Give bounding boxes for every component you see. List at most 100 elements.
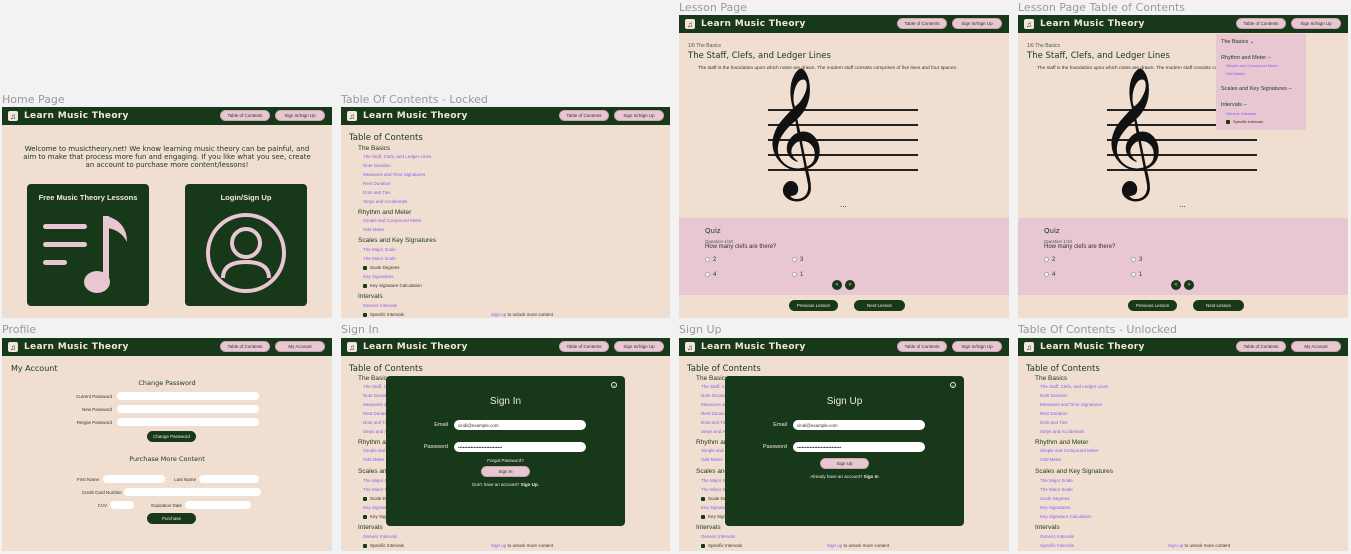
answer-option[interactable]: 3 (1131, 257, 1142, 263)
toc-link[interactable]: Key Signatures (1040, 505, 1071, 510)
toc-button[interactable]: Table of Contents (1236, 18, 1286, 29)
retype-password-input[interactable] (117, 418, 259, 426)
toc-link[interactable]: Odd Meter (363, 457, 384, 462)
toc-link[interactable]: Simple and Compound Meter (363, 218, 422, 223)
toc-link[interactable]: Measures and Time Signatures (1040, 402, 1102, 407)
toc-link[interactable]: Odd Meter (363, 227, 384, 232)
password-input[interactable]: •••••••••••••••••••••••••••• (793, 442, 925, 452)
expiration-input[interactable] (185, 501, 251, 509)
toc-link[interactable]: The Minor Scale (363, 256, 396, 261)
signin-button[interactable]: Sign In/Sign Up (952, 18, 1002, 29)
password-input[interactable]: •••••••••••••••••••••••••••• (454, 442, 586, 452)
radio-button[interactable] (792, 257, 797, 262)
toc-link[interactable]: The Staff, Clefs, and Ledger Lines (363, 154, 431, 159)
dd-section-basics[interactable]: The Basics ⌄ (1221, 39, 1254, 45)
my-account-button[interactable]: My Account (1291, 341, 1341, 352)
answer-option[interactable]: 1 (792, 272, 803, 278)
toc-link[interactable]: Generic Intervals (1040, 534, 1074, 539)
toc-link[interactable]: Note Duration (363, 163, 391, 168)
dd-link[interactable]: Simple and Compound Meter (1226, 63, 1278, 68)
signup-modal-link[interactable]: Sign Up. (521, 482, 539, 487)
dd-link[interactable]: Generic Intervals (1226, 111, 1256, 116)
next-lesson-button[interactable]: Next Lesson (854, 300, 905, 311)
signin-button[interactable]: Sign In/Sign Up (275, 110, 325, 121)
radio-button[interactable] (1044, 257, 1049, 262)
quiz-next-arrow-icon[interactable]: > (845, 280, 855, 290)
forgot-password-link[interactable]: Forgot Password? (386, 458, 625, 463)
new-password-input[interactable] (117, 405, 259, 413)
previous-lesson-button[interactable]: Previous Lesson (1128, 300, 1177, 311)
toc-link[interactable]: Scale Degrees (1040, 496, 1070, 501)
radio-button[interactable] (792, 272, 797, 277)
dd-link[interactable]: Odd Meter (1226, 71, 1245, 76)
toc-link[interactable]: Odd Meter (1040, 457, 1061, 462)
toc-link[interactable]: The Staff, Clefs, and Ledger Lines (1040, 384, 1108, 389)
toc-link[interactable]: Steps and Accidentals (363, 199, 407, 204)
email-input[interactable]: cindi@example.com (454, 420, 586, 430)
toc-link[interactable]: Rest Duration (363, 181, 391, 186)
toc-button[interactable]: Table of Contents (897, 18, 947, 29)
signup-link[interactable]: Sign up (1168, 543, 1183, 548)
first-name-input[interactable] (103, 475, 165, 483)
previous-lesson-button[interactable]: Previous Lesson (789, 300, 838, 311)
toc-link[interactable]: The Major Scale (1040, 478, 1073, 483)
signup-submit-button[interactable]: Sign Up (820, 458, 869, 469)
radio-button[interactable] (1044, 272, 1049, 277)
dd-section-scales[interactable]: Scales and Key Signatures – (1221, 86, 1292, 92)
signin-modal-link[interactable]: Sign In (864, 474, 879, 479)
answer-option[interactable]: 4 (1044, 272, 1055, 278)
toc-button[interactable]: Table of Contents (559, 341, 609, 352)
toc-link[interactable]: Note Duration (1040, 393, 1068, 398)
toc-button[interactable]: Table of Contents (897, 341, 947, 352)
toc-link[interactable]: Generic Intervals (363, 303, 397, 308)
toc-link[interactable]: Key Signatures (363, 274, 394, 279)
free-lessons-card[interactable]: Free Music Theory Lessons (27, 184, 149, 306)
toc-link[interactable]: Dots and Ties (363, 190, 391, 195)
radio-button[interactable] (705, 257, 710, 262)
toc-link[interactable]: Steps and Accidentals (1040, 429, 1084, 434)
radio-button[interactable] (1131, 257, 1136, 262)
quiz-next-arrow-icon[interactable]: > (1184, 280, 1194, 290)
toc-link[interactable]: Generic Intervals (363, 534, 397, 539)
signup-link[interactable]: Sign up (491, 543, 506, 548)
signin-submit-button[interactable]: Sign In (481, 466, 530, 477)
toc-link[interactable]: Rest Duration (1040, 411, 1068, 416)
answer-option[interactable]: 1 (1131, 272, 1142, 278)
toc-button[interactable]: Table of Contents (559, 110, 609, 121)
signup-link[interactable]: Sign up (491, 312, 506, 317)
quiz-prev-arrow-icon[interactable]: < (1171, 280, 1181, 290)
next-lesson-button[interactable]: Next Lesson (1193, 300, 1244, 311)
toc-button[interactable]: Table of Contents (220, 341, 270, 352)
toc-button[interactable]: Table of Contents (220, 110, 270, 121)
toc-link[interactable]: The Minor Scale (1040, 487, 1073, 492)
signin-button[interactable]: Sign In/Sign Up (952, 341, 1002, 352)
dd-section-intervals[interactable]: Intervals – (1221, 102, 1246, 108)
toc-link[interactable]: Generic Intervals (701, 534, 735, 539)
toc-link[interactable]: Simple and Compound Meter (1040, 448, 1099, 453)
answer-option[interactable]: 2 (1044, 257, 1055, 263)
dd-section-rhythm[interactable]: Rhythm and Meter – (1221, 55, 1271, 61)
signin-button[interactable]: Sign In/Sign Up (614, 341, 664, 352)
change-password-button[interactable]: Change Password (147, 431, 196, 442)
close-icon[interactable]: × (950, 382, 956, 388)
answer-option[interactable]: 3 (792, 257, 803, 263)
signin-button[interactable]: Sign In/Sign Up (614, 110, 664, 121)
signup-link[interactable]: Sign up (827, 543, 842, 548)
radio-button[interactable] (1131, 272, 1136, 277)
email-input[interactable]: cindi@example.com (793, 420, 925, 430)
signin-button[interactable]: Sign In/Sign Up (1291, 18, 1341, 29)
my-account-button[interactable]: My Account (275, 341, 325, 352)
toc-link[interactable]: Odd Meter (701, 457, 722, 462)
credit-card-input[interactable] (124, 488, 261, 496)
radio-button[interactable] (705, 272, 710, 277)
close-icon[interactable]: × (611, 382, 617, 388)
toc-link[interactable]: Key Signature Calculation (1040, 514, 1092, 519)
answer-option[interactable]: 2 (705, 257, 716, 263)
current-password-input[interactable] (117, 392, 259, 400)
toc-link[interactable]: Dots and Ties (1040, 420, 1068, 425)
cvv-input[interactable] (110, 501, 134, 509)
toc-button[interactable]: Table of Contents (1236, 341, 1286, 352)
toc-link[interactable]: The Major Scale (363, 247, 396, 252)
answer-option[interactable]: 4 (705, 272, 716, 278)
toc-link[interactable]: Measures and Time Signatures (363, 172, 425, 177)
